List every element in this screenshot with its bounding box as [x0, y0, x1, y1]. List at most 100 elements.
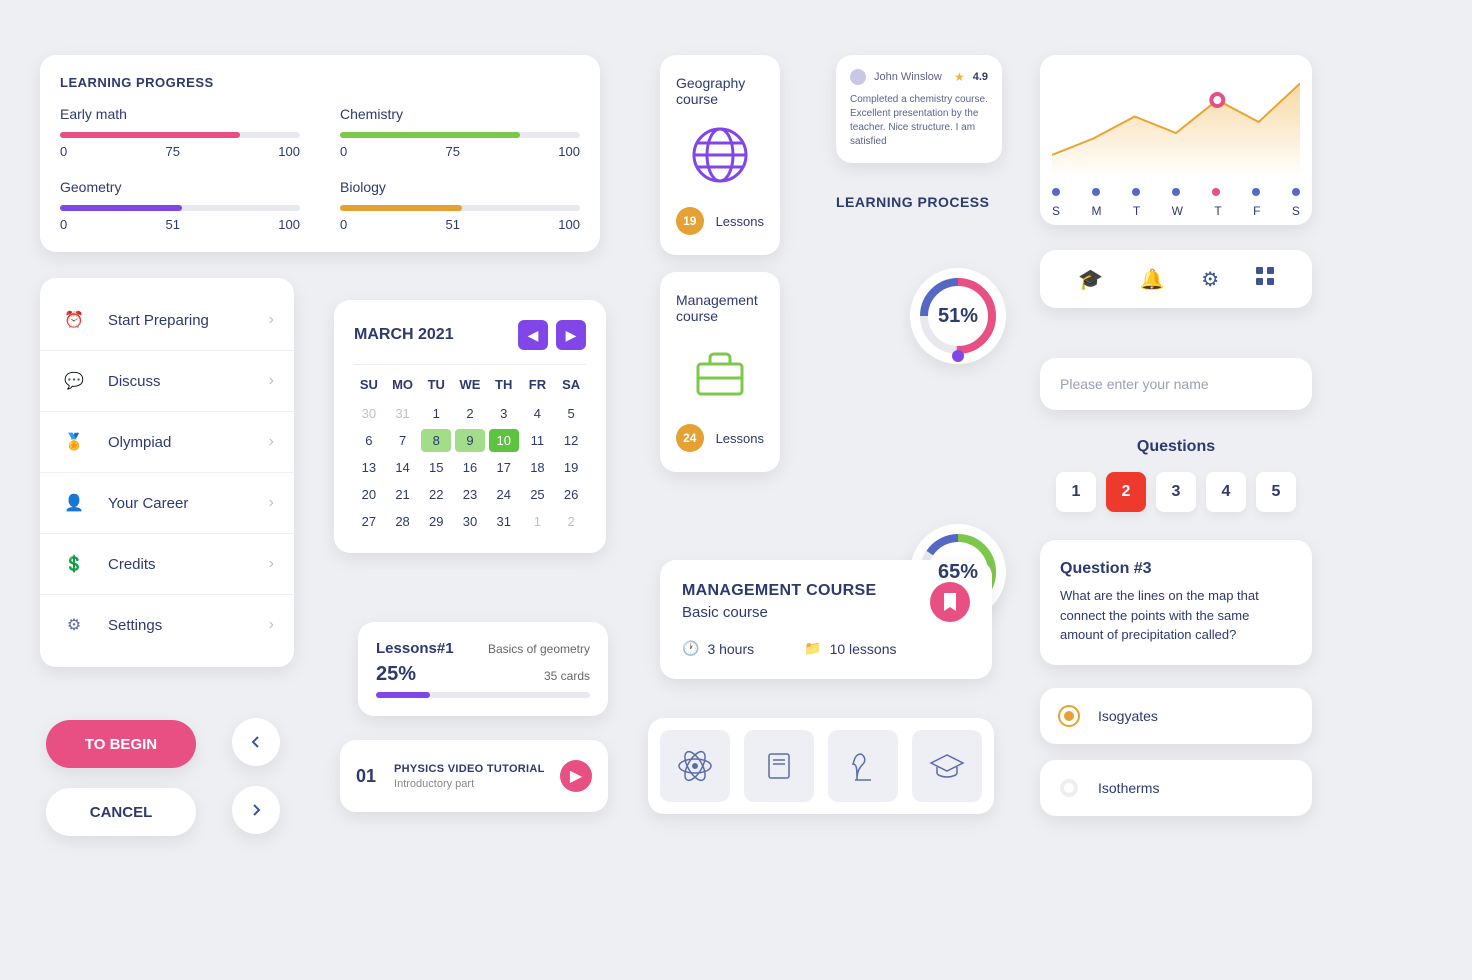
calendar-day[interactable]: 20	[354, 483, 384, 506]
question-number-button[interactable]: 1	[1056, 472, 1096, 512]
calendar-day[interactable]: 2	[455, 402, 485, 425]
calendar-day[interactable]: 31	[489, 510, 519, 533]
menu-icon: 💲	[60, 550, 88, 578]
menu-label: Discuss	[108, 373, 269, 390]
geography-course-card[interactable]: Geography course 19 Lessons	[660, 55, 780, 255]
menu-label: Start Preparing	[108, 312, 269, 329]
video-subtitle: Introductory part	[394, 778, 560, 790]
question-number-button[interactable]: 2	[1106, 472, 1146, 512]
chart-day-label: T	[1214, 204, 1221, 218]
calendar-title: MARCH 2021	[354, 326, 454, 344]
calendar-day[interactable]: 1	[523, 510, 553, 533]
progress-bar	[60, 132, 300, 138]
calendar-day[interactable]: 10	[489, 429, 519, 452]
menu-icon: 🏅	[60, 428, 88, 456]
calendar-day[interactable]: 13	[354, 456, 384, 479]
menu-item[interactable]: 👤Your Career›	[40, 473, 294, 534]
answer-option[interactable]: Isogyates	[1040, 688, 1312, 744]
calendar-day[interactable]: 9	[455, 429, 485, 452]
menu-label: Your Career	[108, 495, 269, 512]
chevron-right-icon: ›	[269, 494, 274, 512]
progress-label: Geometry	[60, 179, 300, 195]
calendar-next-button[interactable]: ▶	[556, 320, 586, 350]
calendar-day[interactable]: 23	[455, 483, 485, 506]
grid-icon[interactable]	[1256, 267, 1274, 291]
calendar-day[interactable]: 28	[388, 510, 418, 533]
video-title: PHYSICS VIDEO TUTORIAL	[394, 763, 560, 775]
calendar-day[interactable]: 30	[354, 402, 384, 425]
calendar-day[interactable]: 7	[388, 429, 418, 452]
calendar-day[interactable]: 2	[556, 510, 586, 533]
next-button[interactable]	[232, 786, 280, 834]
question-number-button[interactable]: 3	[1156, 472, 1196, 512]
menu-item[interactable]: 🏅Olympiad›	[40, 412, 294, 473]
progress-donut-1: 51%	[910, 268, 1006, 364]
atom-icon[interactable]	[660, 730, 730, 802]
calendar-day[interactable]: 14	[388, 456, 418, 479]
chevron-right-icon: ›	[269, 433, 274, 451]
menu-item[interactable]: 💲Credits›	[40, 534, 294, 595]
calendar-day[interactable]: 3	[489, 402, 519, 425]
calendar-day[interactable]: 21	[388, 483, 418, 506]
question-number-button[interactable]: 4	[1206, 472, 1246, 512]
calendar-day[interactable]: 15	[421, 456, 451, 479]
lesson-progress-bar	[376, 692, 590, 698]
calendar-day[interactable]: 11	[523, 429, 553, 452]
briefcase-icon	[690, 342, 750, 402]
calendar-day[interactable]: 25	[523, 483, 553, 506]
answer-label: Isotherms	[1098, 780, 1159, 796]
calendar-day[interactable]: 29	[421, 510, 451, 533]
mgmt-hours: 3 hours	[707, 641, 754, 657]
bookmark-button[interactable]	[930, 582, 970, 622]
play-icon[interactable]: ▶	[560, 760, 592, 792]
calendar-day[interactable]: 19	[556, 456, 586, 479]
question-title: Question #3	[1060, 560, 1292, 578]
questions-title: Questions	[1040, 438, 1312, 456]
calendar-day[interactable]: 22	[421, 483, 451, 506]
calendar-day[interactable]: 4	[523, 402, 553, 425]
to-begin-button[interactable]: TO BEGIN	[46, 720, 196, 768]
graduation-cap-icon[interactable]: 🎓	[1078, 267, 1103, 292]
radio-selected-icon	[1060, 707, 1078, 725]
chevron-right-icon: ›	[269, 372, 274, 390]
chess-knight-icon[interactable]	[828, 730, 898, 802]
graduation-cap-icon[interactable]	[912, 730, 982, 802]
video-tutorial-card[interactable]: 01 PHYSICS VIDEO TUTORIAL Introductory p…	[340, 740, 608, 812]
calendar-day[interactable]: 17	[489, 456, 519, 479]
calendar-day[interactable]: 31	[388, 402, 418, 425]
menu-item[interactable]: ⏰Start Preparing›	[40, 290, 294, 351]
question-number-row: 12345	[1040, 472, 1312, 512]
cancel-button[interactable]: CANCEL	[46, 788, 196, 836]
progress-bar	[60, 205, 300, 211]
calendar-day[interactable]: 16	[455, 456, 485, 479]
management-course-card[interactable]: Management course 24 Lessons	[660, 272, 780, 472]
calendar-day[interactable]: 12	[556, 429, 586, 452]
calendar-day[interactable]: 24	[489, 483, 519, 506]
calendar-day[interactable]: 18	[523, 456, 553, 479]
calendar-day[interactable]: 26	[556, 483, 586, 506]
name-input[interactable]: Please enter your name	[1040, 358, 1312, 410]
lessons-label: Lessons	[716, 214, 764, 229]
calendar-day[interactable]: 1	[421, 402, 451, 425]
learning-progress-title: LEARNING PROGRESS	[60, 75, 580, 90]
calendar-prev-button[interactable]: ◀	[518, 320, 548, 350]
calendar-day[interactable]: 5	[556, 402, 586, 425]
calendar-day[interactable]: 30	[455, 510, 485, 533]
answer-option[interactable]: Isotherms	[1040, 760, 1312, 816]
prev-button[interactable]	[232, 718, 280, 766]
lessons-label: Lessons	[716, 431, 764, 446]
lesson-subtitle: Basics of geometry	[488, 642, 590, 656]
calendar-day[interactable]: 27	[354, 510, 384, 533]
course-title: Geography course	[676, 75, 764, 107]
menu-item[interactable]: ⚙Settings›	[40, 595, 294, 655]
calendar-day[interactable]: 6	[354, 429, 384, 452]
bell-icon[interactable]: 🔔	[1140, 267, 1165, 292]
chevron-right-icon: ›	[269, 616, 274, 634]
menu-item[interactable]: 💬Discuss›	[40, 351, 294, 412]
gear-icon[interactable]: ⚙	[1201, 267, 1219, 292]
book-icon[interactable]	[744, 730, 814, 802]
calendar-day[interactable]: 8	[421, 429, 451, 452]
progress-label: Early math	[60, 106, 300, 122]
question-number-button[interactable]: 5	[1256, 472, 1296, 512]
chart-day-label: S	[1292, 204, 1300, 218]
